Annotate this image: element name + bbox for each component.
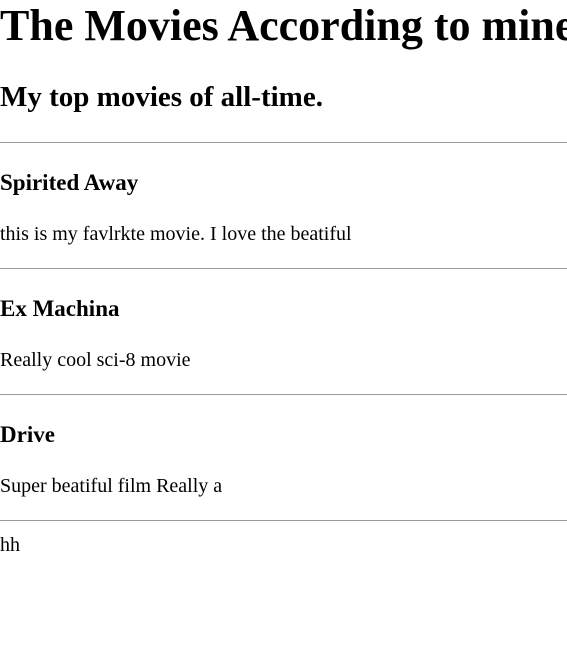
page-subtitle: My top movies of all-time.: [0, 81, 323, 113]
divider: [0, 142, 567, 143]
movie-title: Drive: [0, 422, 55, 447]
page: The Movies According to mine My top movi…: [0, 0, 567, 672]
divider: [0, 394, 567, 395]
movie-description: Really cool sci-8 movie: [0, 349, 191, 371]
movie-title: Ex Machina: [0, 296, 120, 321]
page-title: The Movies According to mine: [0, 1, 567, 50]
divider: [0, 520, 567, 521]
movie-description: this is my favlrkte movie. I love the be…: [0, 223, 352, 245]
footer-text: hh: [0, 534, 20, 556]
movie-title: Spirited Away: [0, 170, 139, 195]
divider: [0, 268, 567, 269]
movie-description: Super beatiful film Really a: [0, 475, 223, 497]
